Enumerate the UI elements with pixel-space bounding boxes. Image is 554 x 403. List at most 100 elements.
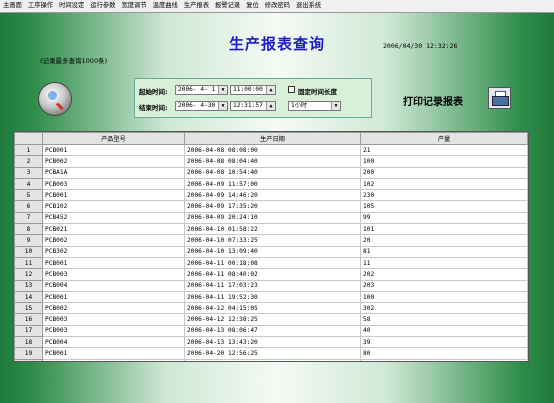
output-cell: 100	[360, 155, 528, 168]
model-cell: PCB001	[42, 256, 185, 270]
model-cell: PCB002	[42, 302, 185, 315]
column-header-model[interactable]: 产品型号	[42, 132, 185, 145]
table-row[interactable]: 5 PCB001 2006-04-09 14:46:20 230	[14, 189, 528, 202]
model-cell: PCB003	[42, 324, 185, 338]
row-number-cell: 13	[14, 279, 43, 292]
search-button[interactable]	[39, 83, 71, 115]
date-cell: 2006-04-12 04:15:05	[184, 302, 361, 315]
output-cell: 200	[360, 166, 528, 179]
row-number-cell: 12	[14, 268, 43, 281]
duration-select[interactable]: 1小时 ▼	[288, 101, 341, 111]
date-cell: 2006-04-08 08:04:40	[184, 155, 361, 168]
menu-item-reset[interactable]: 复位	[243, 0, 262, 12]
row-number-cell: 2	[14, 155, 43, 168]
query-limit-note: (记录最多查询1000条)	[40, 57, 108, 65]
table-row[interactable]: 13 PCB004 2006-04-11 17:03:23 203	[14, 279, 528, 292]
report-table: 产品型号 生产日期 产量 1 PCB001 2006-04-08 08:08:00 2…	[13, 131, 529, 362]
start-time-label: 起始时间:	[139, 88, 168, 96]
model-cell: PCB302	[42, 245, 185, 258]
row-number-cell: 15	[14, 302, 43, 315]
date-cell: 2006-04-09 14:46:20	[184, 189, 361, 202]
model-cell: PCB002	[42, 234, 185, 247]
model-cell: PCB001	[42, 189, 185, 202]
output-cell: 20	[360, 234, 528, 247]
row-number-header	[14, 132, 43, 145]
row-number-cell: 8	[14, 223, 43, 236]
table-row[interactable]: 9 PCB002 2006-04-10 07:33:25 20	[14, 234, 528, 247]
spin-icon: ▲	[266, 86, 275, 94]
table-row[interactable]: 10 PCB302 2006-04-10 13:09:40 81	[14, 245, 528, 258]
table-header-row: 产品型号 生产日期 产量	[14, 132, 528, 145]
table-row[interactable]: 14 PCB001 2006-04-11 19:52:30 100	[14, 290, 528, 304]
table-row[interactable]: 6 PCB102 2006-04-09 17:35:20 105	[14, 200, 528, 213]
menu-item-change-password[interactable]: 修改密码	[262, 0, 293, 12]
table-row[interactable]: 11 PCB001 2006-04-11 00:18:08 11	[14, 256, 528, 270]
row-number-cell: 16	[14, 313, 43, 326]
model-cell: PCBA1A	[42, 166, 185, 179]
row-number-cell: 3	[14, 166, 43, 179]
date-cell: 2006-04-13 08:06:47	[184, 324, 361, 338]
menu-item-alarm-log[interactable]: 报警记录	[212, 0, 243, 12]
date-cell: 2006-04-11 19:52:30	[184, 290, 361, 304]
menu-item-production-report[interactable]: 生产报表	[181, 0, 212, 12]
menu-item-exit[interactable]: 退出系统	[293, 0, 324, 12]
output-cell: 39	[360, 336, 528, 349]
table-row[interactable]: 17 PCB003 2006-04-13 08:06:47 40	[14, 324, 528, 338]
row-number-cell: 20	[14, 358, 43, 361]
menu-item-time-setting[interactable]: 时间设定	[56, 0, 87, 12]
date-cell: 2006-04-13 13:43:20	[184, 336, 361, 349]
output-cell: 203	[360, 279, 528, 292]
column-header-output[interactable]: 产量	[360, 132, 528, 145]
row-number-cell: 10	[14, 245, 43, 258]
model-cell: PCB001	[42, 143, 185, 157]
table-row[interactable]: 7 PCB452 2006-04-09 20:24:10 99	[14, 211, 528, 225]
row-number-cell: 17	[14, 324, 43, 338]
print-button[interactable]	[488, 87, 511, 109]
menu-item-temperature-curve[interactable]: 温度曲线	[150, 0, 181, 12]
row-number-cell: 14	[14, 290, 43, 304]
row-number-cell: 7	[14, 211, 43, 225]
start-date-picker[interactable]: 2006- 4- 1 ▼	[175, 85, 228, 95]
table-row[interactable]: 15 PCB002 2006-04-12 04:15:05 302	[14, 302, 528, 315]
fixed-duration-checkbox[interactable]	[288, 86, 295, 93]
date-cell: 2006-04-12 12:38:25	[184, 313, 361, 326]
model-cell: PCB002	[42, 358, 185, 361]
menu-item-main[interactable]: 主画面	[0, 0, 25, 12]
date-cell: 2006-04-08 10:54:40	[184, 166, 361, 179]
page-title: 生产报表查询	[228, 35, 325, 53]
date-cell: 2006-04-10 07:33:25	[184, 234, 361, 247]
model-cell: PCB003	[42, 177, 185, 191]
fixed-duration-label: 固定时间长度	[298, 88, 337, 96]
menu-item-process-operation[interactable]: 工序操作	[25, 0, 56, 12]
table-row[interactable]: 3 PCBA1A 2006-04-08 10:54:40 200	[14, 166, 528, 179]
model-cell: PCB002	[42, 155, 185, 168]
table-row[interactable]: 2 PCB002 2006-04-08 08:04:40 100	[14, 155, 528, 168]
menu-item-width-adjust[interactable]: 宽度调节	[118, 0, 149, 12]
output-cell: 99	[360, 211, 528, 225]
table-row[interactable]: 8 PCB021 2006-04-10 01:58:22 101	[14, 223, 528, 236]
table-row[interactable]: 4 PCB003 2006-04-09 11:57:00 102	[14, 177, 528, 191]
output-cell: 21	[360, 143, 528, 157]
table-row[interactable]: 16 PCB003 2006-04-12 12:38:25 58	[14, 313, 528, 326]
date-cell: 2006-04-11 00:18:08	[184, 256, 361, 270]
menu-bar: 主画面 工序操作 时间设定 运行参数 宽度调节 温度曲线 生产报表 报警记录 复…	[0, 0, 554, 12]
row-number-cell: 19	[14, 347, 43, 360]
row-number-cell: 11	[14, 256, 43, 270]
date-cell: 2006-04-08 08:08:00	[184, 143, 361, 157]
table-row[interactable]: 19 PCB001 2006-04-20 12:56:25 80	[14, 347, 528, 360]
end-time-label: 结束时间:	[139, 104, 168, 112]
menu-item-run-parameters[interactable]: 运行参数	[87, 0, 118, 12]
model-cell: PCB452	[42, 211, 185, 225]
column-header-date[interactable]: 生产日期	[184, 132, 361, 145]
table-row[interactable]: 20PCB0022006-04-20 10:29:10100	[14, 358, 528, 361]
model-cell: PCB003	[42, 268, 185, 281]
table-row[interactable]: 12 PCB003 2006-04-11 08:40:02 202	[14, 268, 528, 281]
date-cell: 2006-04-20 10:29:10	[184, 358, 361, 361]
row-number-cell: 5	[14, 189, 43, 202]
end-time-spinner[interactable]: 12:31:57 ▲	[230, 101, 276, 111]
output-cell: 105	[360, 200, 528, 213]
table-row[interactable]: 1 PCB001 2006-04-08 08:08:00 21	[14, 143, 528, 157]
start-time-spinner[interactable]: 11:00:00 ▲	[230, 85, 276, 95]
end-date-picker[interactable]: 2006- 4-30 ▼	[175, 101, 228, 111]
table-row[interactable]: 18 PCB004 2006-04-13 13:43:20 39	[14, 336, 528, 349]
